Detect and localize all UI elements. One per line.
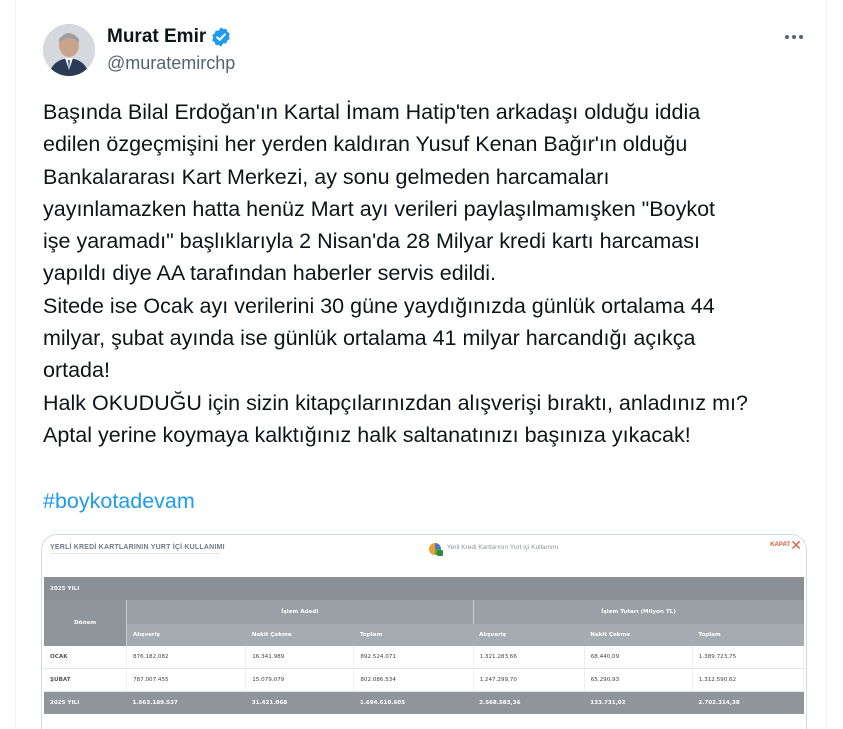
- period-header: Dönem: [44, 600, 127, 646]
- column-header: Nakit Çekme: [584, 624, 693, 646]
- group-header-count: İşlem Adedi: [126, 600, 474, 624]
- column-header: Toplam: [692, 624, 804, 646]
- card-usage-table: 2025 YILI Dönem İşlem Adedi İşlem Tutarı…: [44, 577, 805, 714]
- year-header: 2025 YILI: [44, 577, 804, 600]
- table-total-row: 2025 YILI 1.663.189.537 31.421.068 1.694…: [44, 691, 804, 714]
- column-header: Toplam: [353, 624, 474, 646]
- table-cell: 802.086.534: [353, 668, 474, 692]
- avatar-photo: [43, 24, 95, 76]
- table-cell: 31.421.068: [245, 691, 354, 714]
- row-period: ŞUBAT: [44, 668, 127, 692]
- table-cell: 2.568.583,36: [473, 691, 585, 714]
- author-name[interactable]: Murat Emir: [107, 26, 206, 48]
- column-header: Alışveriş: [473, 624, 585, 646]
- media-header: YERLİ KREDİ KARTLARININ YURT İÇİ KULLANI…: [42, 535, 806, 577]
- more-options-icon[interactable]: [783, 26, 805, 48]
- column-header: Nakit Çekme: [245, 624, 354, 646]
- table-row: ŞUBAT 787.007.455 15.079.079 802.086.534…: [44, 668, 805, 692]
- total-period: 2025 YILI: [44, 691, 127, 714]
- verified-badge-icon: [212, 27, 230, 47]
- table-cell: 68.440,09: [584, 646, 693, 669]
- close-icon: ✕: [790, 537, 802, 553]
- table-cell: 1.312.590,62: [692, 668, 805, 692]
- author-row: Murat Emir: [107, 26, 232, 48]
- close-label: KAPAT: [770, 542, 790, 548]
- table-cell: 1.247.299,70: [473, 668, 585, 692]
- table-cell: 892.524.071: [353, 646, 474, 669]
- media-subtitle: Yerli Kredi Kartlarının Yurt içi Kullanı…: [447, 544, 559, 551]
- table-cell: 787.007.455: [126, 668, 247, 692]
- avatar[interactable]: [43, 24, 95, 76]
- table-cell: 15.079.079: [245, 668, 355, 692]
- table-cell: 1.694.610.605: [353, 691, 474, 714]
- table-cell: 876.182.082: [126, 646, 247, 669]
- table-row: OCAK 876.182.082 16.341.989 892.524.071 …: [44, 646, 805, 669]
- tweet-image[interactable]: YERLİ KREDİ KARTLARININ YURT İÇİ KULLANI…: [41, 534, 807, 729]
- bkm-logo-icon: [429, 543, 443, 556]
- author-handle[interactable]: @muratemirchp: [107, 53, 235, 74]
- table-cell: 1.663.189.537: [126, 691, 246, 714]
- tweet-text: Başında Bilal Erdoğan'ın Kartal İmam Hat…: [43, 100, 748, 447]
- group-header-amount: İşlem Tutarı (Milyon TL): [473, 600, 804, 624]
- row-period: OCAK: [44, 646, 127, 669]
- table-cell: 133.731,02: [584, 691, 693, 714]
- media-title: YERLİ KREDİ KARTLARININ YURT İÇİ KULLANI…: [50, 544, 225, 551]
- table-cell: 1.389.723,75: [692, 646, 805, 669]
- table-cell: 1.321.283,66: [473, 646, 585, 669]
- title-divider: [50, 553, 220, 554]
- table-cell: 2.702.314,38: [692, 691, 804, 714]
- hashtag-link[interactable]: #boykotadevam: [43, 485, 195, 517]
- table-cell: 65.290,93: [584, 668, 693, 692]
- table-cell: 16.341.989: [245, 646, 355, 669]
- column-header: Alışveriş: [126, 624, 246, 646]
